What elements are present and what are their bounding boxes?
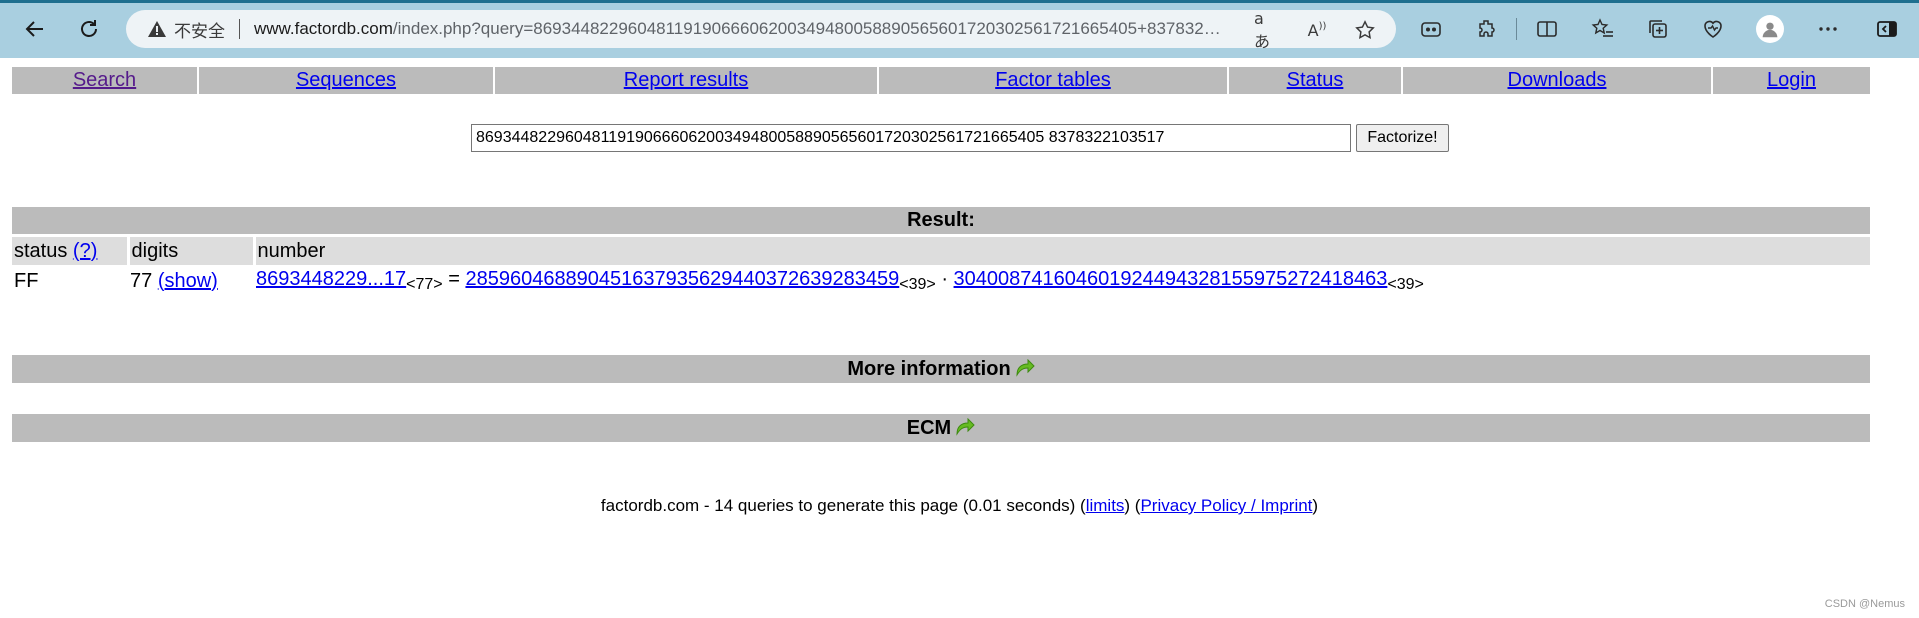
status-help-link[interactable]: (?) xyxy=(73,240,97,262)
ecm-header[interactable]: ECM xyxy=(12,414,1870,442)
result-table: status (?) digits number FF 77 (show) 86… xyxy=(12,237,1870,297)
more-menu-icon[interactable] xyxy=(1815,16,1841,42)
number-column-header: number xyxy=(252,237,1870,265)
translate-icon[interactable]: aあ xyxy=(1254,9,1276,51)
menu-cell-downloads: Downloads xyxy=(1401,67,1712,94)
menu-link-downloads[interactable]: Downloads xyxy=(1508,69,1607,91)
ecm-label: ECM xyxy=(906,417,952,439)
menu-link-login[interactable]: Login xyxy=(1767,69,1816,91)
url-text[interactable]: www.factordb.com/index.php?query=8693448… xyxy=(254,19,1244,39)
warning-icon xyxy=(146,18,168,40)
url-host: www.factordb.com xyxy=(254,19,393,38)
refresh-icon xyxy=(81,20,97,37)
page-footer: factordb.com - 14 queries to generate th… xyxy=(0,496,1919,516)
digits-cell: 77 (show) xyxy=(128,265,254,297)
menu-link-report-results[interactable]: Report results xyxy=(624,69,749,91)
extensions-icon[interactable] xyxy=(1474,16,1500,42)
tab-actions-icon[interactable] xyxy=(1418,16,1444,42)
search-form: Factorize! xyxy=(0,124,1919,154)
digits-column-header: digits xyxy=(126,237,254,265)
limits-link[interactable]: limits xyxy=(1086,496,1125,515)
expand-arrow-icon[interactable] xyxy=(1015,357,1035,385)
privacy-link[interactable]: Privacy Policy / Imprint xyxy=(1140,496,1312,515)
profile-avatar[interactable] xyxy=(1756,15,1784,43)
sidebar-toggle-icon[interactable] xyxy=(1874,16,1900,42)
read-aloud-icon[interactable]: A)) xyxy=(1306,19,1328,41)
factor-1-link[interactable]: 285960468890451637935629440372639283459 xyxy=(465,268,899,290)
menu-link-factor-tables[interactable]: Factor tables xyxy=(995,69,1111,91)
favorite-star-icon[interactable] xyxy=(1354,19,1376,41)
menu-link-status[interactable]: Status xyxy=(1287,69,1344,91)
window-accent xyxy=(0,0,1919,3)
result-table-header: status (?) digits number xyxy=(12,237,1870,265)
toolbar-divider xyxy=(1516,18,1517,40)
number-cell: 8693448229...17<77> = 285960468890451637… xyxy=(254,265,1870,297)
menu-cell-factor-tables: Factor tables xyxy=(877,67,1228,94)
read-aloud-glyph: A xyxy=(1307,20,1319,40)
status-cell: FF xyxy=(14,269,39,292)
browser-toolbar: 不安全 www.factordb.com/index.php?query=869… xyxy=(0,0,1919,58)
footer-prefix: factordb.com - 14 queries to generate th… xyxy=(600,496,1086,515)
footer-suffix: ) xyxy=(1312,496,1319,515)
menu-link-sequences[interactable]: Sequences xyxy=(296,69,396,91)
security-label[interactable]: 不安全 xyxy=(174,17,225,42)
back-arrow-icon xyxy=(25,21,43,37)
equals-sign: = xyxy=(448,268,460,290)
collections-icon[interactable] xyxy=(1645,16,1671,42)
status-header-label: status xyxy=(14,239,68,262)
menu-cell-login: Login xyxy=(1711,67,1870,94)
result-header: Result: xyxy=(12,207,1870,234)
more-information-header[interactable]: More information xyxy=(12,355,1870,383)
factor-1-digit-count: <39> xyxy=(899,276,936,293)
address-bar[interactable]: 不安全 www.factordb.com/index.php?query=869… xyxy=(126,9,1396,51)
menu-cell-sequences: Sequences xyxy=(197,67,494,94)
main-menu: Search Sequences Report results Factor t… xyxy=(12,67,1870,94)
factor-2-link[interactable]: 304008741604601924494328155975272418463 xyxy=(954,268,1388,290)
expand-arrow-icon[interactable] xyxy=(955,416,975,444)
address-separator xyxy=(239,19,240,39)
user-icon xyxy=(1762,22,1778,38)
url-path: /index.php?query=86934482296048119190666… xyxy=(392,19,1221,38)
footer-middle: ) ( xyxy=(1124,496,1141,515)
table-row: FF 77 (show) 8693448229...17<77> = 28596… xyxy=(12,265,1870,297)
refresh-button[interactable] xyxy=(74,14,104,44)
factorize-button[interactable]: Factorize! xyxy=(1356,124,1449,152)
menu-cell-status: Status xyxy=(1227,67,1402,94)
digits-value: 77 xyxy=(130,269,153,292)
browser-essentials-icon[interactable] xyxy=(1700,16,1726,42)
number-link[interactable]: 8693448229...17 xyxy=(256,268,406,290)
split-screen-icon[interactable] xyxy=(1534,16,1560,42)
show-digits-link[interactable]: (show) xyxy=(158,270,218,292)
menu-cell-search: Search xyxy=(12,67,198,94)
menu-link-search[interactable]: Search xyxy=(73,69,136,91)
status-column-header: status (?) xyxy=(12,237,128,265)
back-button[interactable] xyxy=(20,14,50,44)
number-digit-count: <77> xyxy=(406,276,443,293)
favorites-list-icon[interactable] xyxy=(1590,16,1616,42)
multiply-dot: · xyxy=(941,268,948,290)
menu-cell-report-results: Report results xyxy=(493,67,878,94)
more-information-label: More information xyxy=(847,358,1011,380)
query-input[interactable] xyxy=(471,124,1351,152)
factor-2-digit-count: <39> xyxy=(1387,276,1424,293)
watermark: CSDN @Nemus xyxy=(1824,598,1905,610)
